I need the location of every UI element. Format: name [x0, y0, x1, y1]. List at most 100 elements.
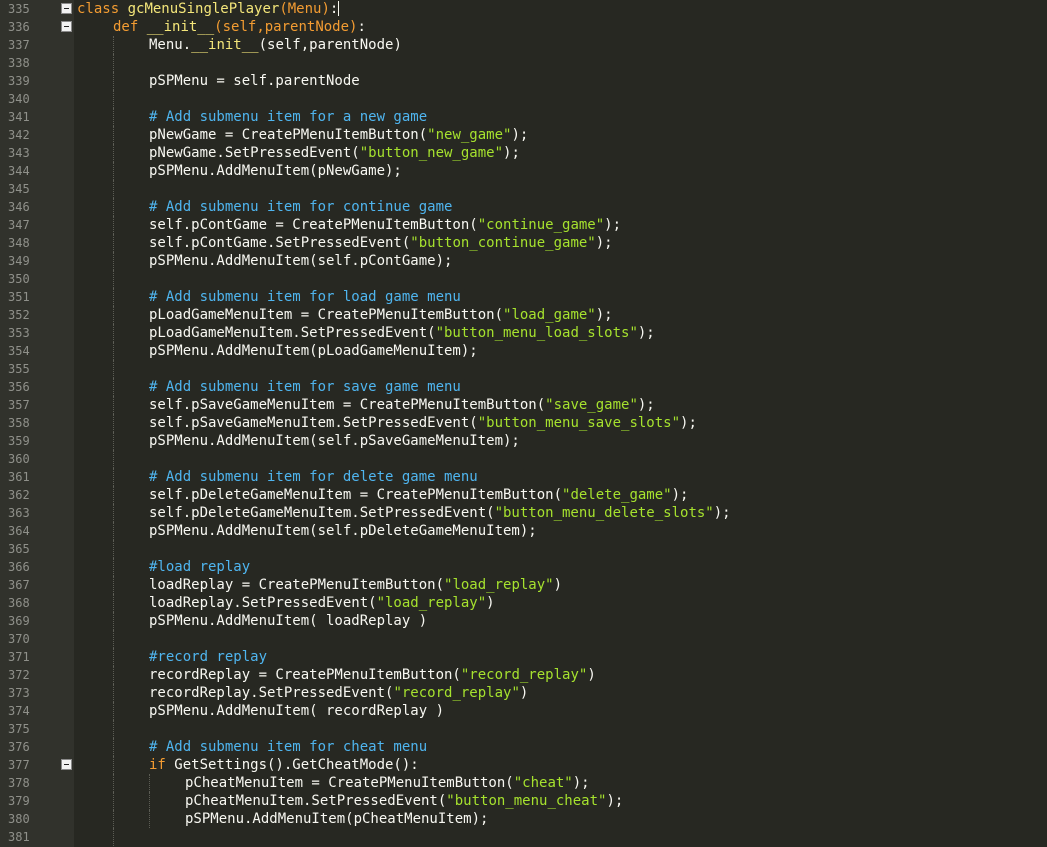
line-number: 345	[8, 182, 30, 196]
line-number: 355	[8, 362, 30, 376]
code-line[interactable]: 356 # Add submenu item for save game menu	[0, 378, 1047, 396]
code-line[interactable]: 373 recordReplay.SetPressedEvent("record_…	[0, 684, 1047, 702]
code-token: pCheatMenuItem.SetPressedEvent(	[185, 793, 447, 809]
code-line[interactable]: 378 pCheatMenuItem = CreatePMenuItemButto…	[0, 774, 1047, 792]
code-line[interactable]: 381	[0, 828, 1047, 846]
code-token: pSPMenu.AddMenuItem(self.pContGame);	[149, 253, 453, 269]
code-line[interactable]: 364 pSPMenu.AddMenuItem(self.pDeleteGameM…	[0, 522, 1047, 540]
line-number: 356	[8, 380, 30, 394]
code-token: pNewGame = CreatePMenuItemButton(	[149, 127, 428, 143]
code-line[interactable]: 341 # Add submenu item for a new game	[0, 108, 1047, 126]
indent-guide	[113, 324, 114, 342]
code-line[interactable]: 368 loadReplay.SetPressedEvent("load_repl…	[0, 594, 1047, 612]
code-token: self.pContGame = CreatePMenuItemButton(	[149, 217, 478, 233]
code-line[interactable]: 358 self.pSaveGameMenuItem.SetPressedEven…	[0, 414, 1047, 432]
code-token: def	[113, 19, 139, 35]
indent-guide	[113, 720, 114, 738]
code-line[interactable]: 359 pSPMenu.AddMenuItem(self.pSaveGameMen…	[0, 432, 1047, 450]
code-token: "button_menu_cheat"	[446, 793, 607, 809]
code-area[interactable]: 335 class gcMenuSinglePlayer(Menu): 336 def…	[0, 0, 1047, 846]
code-token: "button_menu_load_slots"	[435, 325, 638, 341]
line-number: 354	[8, 344, 30, 358]
code-text: recordReplay = CreatePMenuItemButton("re…	[149, 666, 596, 684]
code-text: pSPMenu.AddMenuItem(pCheatMenuItem);	[185, 810, 488, 828]
code-editor[interactable]: 335 class gcMenuSinglePlayer(Menu): 336 def…	[0, 0, 1047, 847]
line-number: 357	[8, 398, 30, 412]
line-number: 353	[8, 326, 30, 340]
code-token: self.pSaveGameMenuItem.SetPressedEvent(	[149, 415, 478, 431]
code-line[interactable]: 339 pSPMenu = self.parentNode	[0, 72, 1047, 90]
code-token: "record_replay"	[460, 667, 588, 683]
code-token: GetSettings().GetCheatMode():	[165, 757, 419, 773]
code-token: "new_game"	[427, 127, 512, 143]
code-line[interactable]: 363 self.pDeleteGameMenuItem.SetPressedEv…	[0, 504, 1047, 522]
code-line[interactable]: 346 # Add submenu item for continue game	[0, 198, 1047, 216]
code-token: #load replay	[149, 559, 251, 575]
code-line[interactable]: 348 self.pContGame.SetPressedEvent("butto…	[0, 234, 1047, 252]
code-line[interactable]: 376 # Add submenu item for cheat menu	[0, 738, 1047, 756]
code-line[interactable]: 366 #load replay	[0, 558, 1047, 576]
line-number: 360	[8, 452, 30, 466]
code-text: # Add submenu item for delete game menu	[149, 468, 478, 486]
code-line[interactable]: 379 pCheatMenuItem.SetPressedEvent("butto…	[0, 792, 1047, 810]
code-line[interactable]: 353 pLoadGameMenuItem.SetPressedEvent("bu…	[0, 324, 1047, 342]
code-token: Menu.	[149, 37, 192, 53]
code-line[interactable]: 344 pSPMenu.AddMenuItem(pNewGame);	[0, 162, 1047, 180]
line-number: 380	[8, 812, 30, 826]
text-cursor	[338, 1, 340, 16]
line-number: 341	[8, 110, 30, 124]
indent-guide	[113, 468, 114, 486]
code-text: #load replay	[149, 558, 250, 576]
code-line[interactable]: 352 pLoadGameMenuItem = CreatePMenuItemBu…	[0, 306, 1047, 324]
indent-guide	[113, 738, 114, 756]
code-line[interactable]: 336 def __init__(self,parentNode):	[0, 18, 1047, 36]
code-line[interactable]: 354 pSPMenu.AddMenuItem(pLoadGameMenuItem…	[0, 342, 1047, 360]
line-number: 340	[8, 92, 30, 106]
code-line[interactable]: 335 class gcMenuSinglePlayer(Menu):	[0, 0, 1047, 18]
code-line[interactable]: 369 pSPMenu.AddMenuItem( loadReplay )	[0, 612, 1047, 630]
code-line[interactable]: 367 loadReplay = CreatePMenuItemButton("l…	[0, 576, 1047, 594]
code-token: "button_continue_game"	[410, 235, 596, 251]
fold-toggle-icon[interactable]	[61, 3, 72, 14]
code-line[interactable]: 355	[0, 360, 1047, 378]
code-text: pCheatMenuItem = CreatePMenuItemButton("…	[185, 774, 590, 792]
code-token: "continue_game"	[477, 217, 605, 233]
code-line[interactable]: 351 # Add submenu item for load game menu	[0, 288, 1047, 306]
code-line[interactable]: 340	[0, 90, 1047, 108]
line-number: 374	[8, 704, 30, 718]
indent-guide	[113, 756, 114, 774]
code-line[interactable]: 349 pSPMenu.AddMenuItem(self.pContGame);	[0, 252, 1047, 270]
line-number: 376	[8, 740, 30, 754]
code-token: pSPMenu.AddMenuItem( loadReplay )	[149, 613, 428, 629]
fold-toggle-icon[interactable]	[61, 759, 72, 770]
code-line[interactable]: 357 self.pSaveGameMenuItem = CreatePMenuI…	[0, 396, 1047, 414]
code-line[interactable]: 337 Menu.__init__(self,parentNode)	[0, 36, 1047, 54]
code-line[interactable]: 365	[0, 540, 1047, 558]
code-line[interactable]: 370	[0, 630, 1047, 648]
code-line[interactable]: 371 #record replay	[0, 648, 1047, 666]
code-line[interactable]: 342 pNewGame = CreatePMenuItemButton("new…	[0, 126, 1047, 144]
code-text: self.pContGame.SetPressedEvent("button_c…	[149, 234, 613, 252]
indent-guide	[149, 810, 150, 828]
code-token: pNewGame.SetPressedEvent(	[149, 145, 360, 161]
code-line[interactable]: 374 pSPMenu.AddMenuItem( recordReplay )	[0, 702, 1047, 720]
code-line[interactable]: 347 self.pContGame = CreatePMenuItemButto…	[0, 216, 1047, 234]
line-number: 342	[8, 128, 30, 142]
code-line[interactable]: 375	[0, 720, 1047, 738]
code-line[interactable]: 343 pNewGame.SetPressedEvent("button_new_…	[0, 144, 1047, 162]
fold-toggle-icon[interactable]	[61, 21, 72, 32]
indent-guide	[113, 378, 114, 396]
code-line[interactable]: 377 if GetSettings().GetCheatMode():	[0, 756, 1047, 774]
code-line[interactable]: 372 recordReplay = CreatePMenuItemButton(…	[0, 666, 1047, 684]
code-line[interactable]: 338	[0, 54, 1047, 72]
code-token: "load_replay"	[376, 595, 487, 611]
code-token: )	[486, 595, 495, 611]
code-line[interactable]: 380 pSPMenu.AddMenuItem(pCheatMenuItem);	[0, 810, 1047, 828]
code-line[interactable]: 360	[0, 450, 1047, 468]
code-line[interactable]: 345	[0, 180, 1047, 198]
line-number: 358	[8, 416, 30, 430]
code-line[interactable]: 350	[0, 270, 1047, 288]
code-line[interactable]: 361 # Add submenu item for delete game me…	[0, 468, 1047, 486]
code-line[interactable]: 362 self.pDeleteGameMenuItem = CreatePMen…	[0, 486, 1047, 504]
